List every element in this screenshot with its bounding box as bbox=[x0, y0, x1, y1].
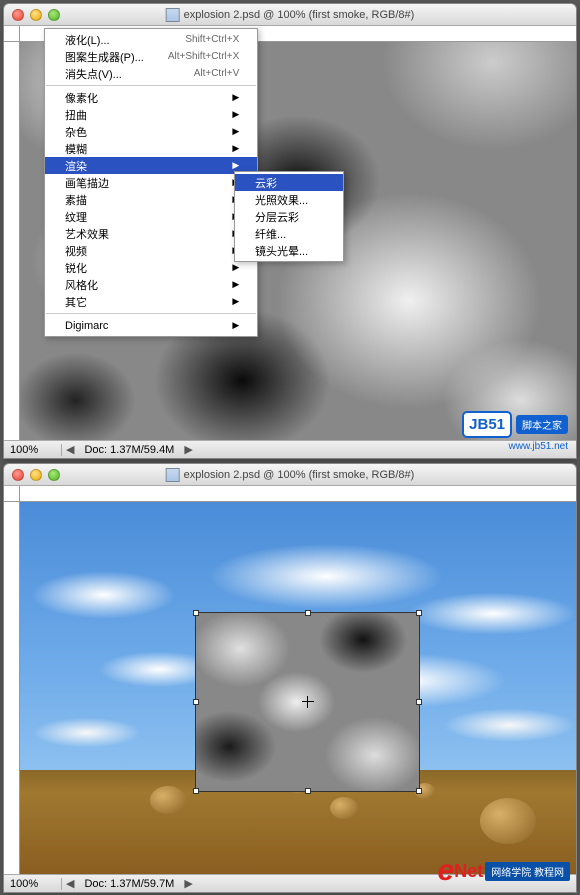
menu-item-sharpen[interactable]: 锐化▶ bbox=[45, 259, 257, 276]
transform-handle[interactable] bbox=[416, 610, 422, 616]
chevron-right-icon[interactable]: ▶ bbox=[180, 877, 196, 890]
titlebar[interactable]: explosion 2.psd @ 100% (first smoke, RGB… bbox=[4, 464, 576, 486]
ruler-corner bbox=[4, 486, 20, 502]
haybale bbox=[150, 786, 186, 814]
zoom-level[interactable]: 100% bbox=[4, 444, 62, 456]
menu-item-artistic[interactable]: 艺术效果▶ bbox=[45, 225, 257, 242]
menu-item-digimarc[interactable]: Digimarc▶ bbox=[45, 317, 257, 334]
chevron-right-icon: ▶ bbox=[232, 296, 239, 307]
menu-item-video[interactable]: 视频▶ bbox=[45, 242, 257, 259]
chevron-right-icon: ▶ bbox=[232, 320, 239, 331]
document-info[interactable]: Doc: 1.37M/59.7M bbox=[78, 878, 180, 890]
menu-separator bbox=[46, 313, 256, 314]
statusbar: 100% ◀ Doc: 1.37M/59.4M ▶ bbox=[4, 440, 576, 458]
chevron-right-icon: ▶ bbox=[232, 160, 239, 171]
chevron-right-icon: ▶ bbox=[232, 262, 239, 273]
photoshop-window-top: explosion 2.psd @ 100% (first smoke, RGB… bbox=[3, 3, 577, 459]
transform-handle[interactable] bbox=[193, 788, 199, 794]
transform-handle[interactable] bbox=[416, 788, 422, 794]
minimize-icon[interactable] bbox=[30, 9, 42, 21]
document-icon bbox=[166, 468, 180, 482]
render-submenu: 云彩 光照效果... 分层云彩 纤维... 镜头光晕... bbox=[234, 171, 344, 262]
canvas[interactable] bbox=[20, 502, 576, 874]
close-icon[interactable] bbox=[12, 9, 24, 21]
chevron-left-icon[interactable]: ◀ bbox=[62, 877, 78, 890]
chevron-right-icon: ▶ bbox=[232, 92, 239, 103]
submenu-item-lens-flare[interactable]: 镜头光晕... bbox=[235, 242, 343, 259]
window-title: explosion 2.psd @ 100% (first smoke, RGB… bbox=[166, 8, 415, 22]
minimize-icon[interactable] bbox=[30, 469, 42, 481]
chevron-right-icon: ▶ bbox=[232, 126, 239, 137]
clouds-layer-transform[interactable] bbox=[195, 612, 420, 792]
submenu-item-fibers[interactable]: 纤维... bbox=[235, 225, 343, 242]
menu-item-other[interactable]: 其它▶ bbox=[45, 293, 257, 310]
menu-item-noise[interactable]: 杂色▶ bbox=[45, 123, 257, 140]
menu-separator bbox=[46, 85, 256, 86]
haybale bbox=[330, 797, 358, 819]
watermark-enet: eNet 网络学院 教程网 bbox=[438, 854, 570, 888]
document-info[interactable]: Doc: 1.37M/59.4M bbox=[78, 444, 180, 456]
document-icon bbox=[166, 8, 180, 22]
chevron-right-icon: ▶ bbox=[232, 143, 239, 154]
zoom-icon[interactable] bbox=[48, 469, 60, 481]
ruler-horizontal[interactable] bbox=[20, 486, 576, 502]
transform-handle[interactable] bbox=[416, 699, 422, 705]
zoom-level[interactable]: 100% bbox=[4, 878, 62, 890]
menu-item-liquify[interactable]: 液化(L)...Shift+Ctrl+X bbox=[45, 31, 257, 48]
transform-handle[interactable] bbox=[305, 610, 311, 616]
titlebar[interactable]: explosion 2.psd @ 100% (first smoke, RGB… bbox=[4, 4, 576, 26]
ruler-vertical[interactable] bbox=[4, 502, 20, 874]
ruler-corner bbox=[4, 26, 20, 42]
watermark-jb51: JB51 脚本之家 bbox=[462, 411, 568, 438]
chevron-right-icon[interactable]: ▶ bbox=[180, 443, 196, 456]
menu-item-blur[interactable]: 模糊▶ bbox=[45, 140, 257, 157]
close-icon[interactable] bbox=[12, 469, 24, 481]
chevron-right-icon: ▶ bbox=[232, 279, 239, 290]
menu-item-vanishing-point[interactable]: 消失点(V)...Alt+Ctrl+V bbox=[45, 65, 257, 82]
chevron-right-icon: ▶ bbox=[232, 109, 239, 120]
submenu-item-clouds[interactable]: 云彩 bbox=[235, 174, 343, 191]
transform-handle[interactable] bbox=[193, 610, 199, 616]
menu-item-render[interactable]: 渲染▶ bbox=[45, 157, 257, 174]
transform-center-icon[interactable] bbox=[302, 696, 314, 708]
transform-handle[interactable] bbox=[193, 699, 199, 705]
zoom-icon[interactable] bbox=[48, 9, 60, 21]
submenu-item-difference-clouds[interactable]: 分层云彩 bbox=[235, 208, 343, 225]
traffic-lights bbox=[12, 9, 60, 21]
filter-menu: 液化(L)...Shift+Ctrl+X 图案生成器(P)...Alt+Shif… bbox=[44, 28, 258, 337]
watermark-jb51-url: www.jb51.net bbox=[509, 441, 568, 452]
window-title: explosion 2.psd @ 100% (first smoke, RGB… bbox=[166, 468, 415, 482]
menu-item-pattern-maker[interactable]: 图案生成器(P)...Alt+Shift+Ctrl+X bbox=[45, 48, 257, 65]
menu-item-brush-strokes[interactable]: 画笔描边▶ bbox=[45, 174, 257, 191]
menu-item-distort[interactable]: 扭曲▶ bbox=[45, 106, 257, 123]
menu-item-pixelate[interactable]: 像素化▶ bbox=[45, 89, 257, 106]
menu-item-texture[interactable]: 纹理▶ bbox=[45, 208, 257, 225]
traffic-lights bbox=[12, 469, 60, 481]
transform-handle[interactable] bbox=[305, 788, 311, 794]
menu-item-sketch[interactable]: 素描▶ bbox=[45, 191, 257, 208]
menu-item-stylize[interactable]: 风格化▶ bbox=[45, 276, 257, 293]
chevron-left-icon[interactable]: ◀ bbox=[62, 443, 78, 456]
haybale bbox=[480, 798, 536, 844]
photoshop-window-bottom: explosion 2.psd @ 100% (first smoke, RGB… bbox=[3, 463, 577, 893]
ruler-vertical[interactable] bbox=[4, 42, 20, 440]
submenu-item-lighting-effects[interactable]: 光照效果... bbox=[235, 191, 343, 208]
